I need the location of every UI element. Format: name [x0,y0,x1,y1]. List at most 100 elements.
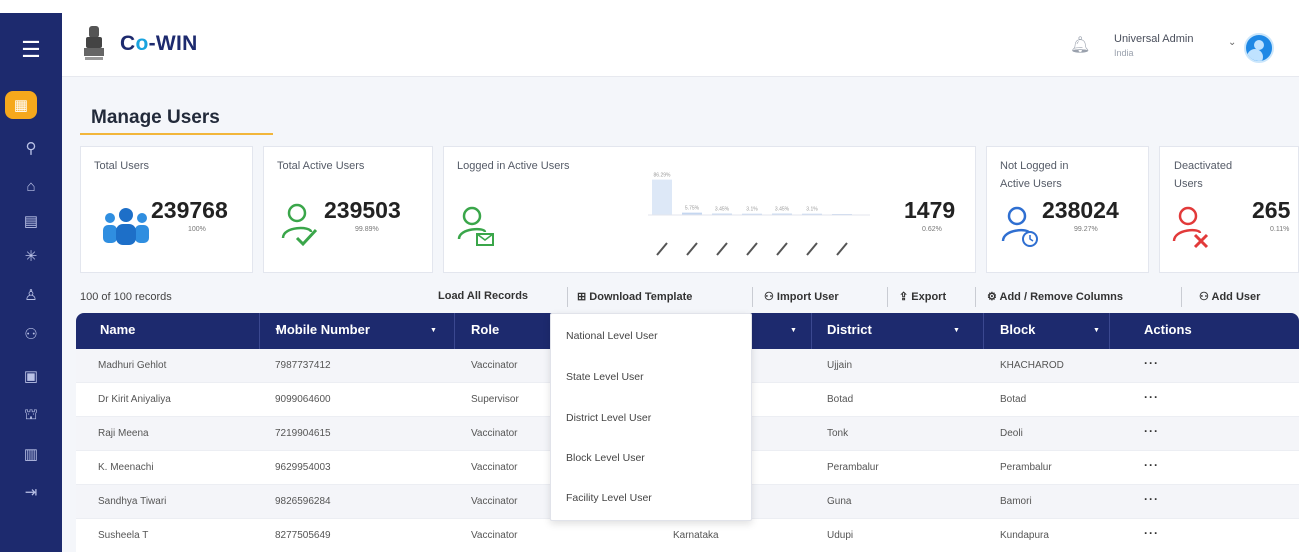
cell-role: Supervisor [471,394,519,405]
bell-icon[interactable]: 🔔︎ [1070,35,1090,55]
stat-percent: 100% [188,226,206,233]
users-group-icon [103,208,149,245]
filter-arrow-icon[interactable]: ▼ [430,327,437,334]
cell-mobile: 9826596284 [275,496,331,507]
card-total-users[interactable]: Total Users 239768 100% [80,146,253,273]
row-actions-menu[interactable]: ··· [1144,458,1159,472]
row-actions-menu[interactable]: ··· [1144,356,1159,370]
logout-icon[interactable]: ⇥ [0,477,62,507]
cell-district: Tonk [827,428,849,439]
chart-tick-label [686,242,698,256]
chart-tick-label [656,242,668,256]
cell-block: Kundapura [1000,530,1049,541]
sidebar-item-facility-icon[interactable]: ▤ [0,206,62,236]
filter-arrow-icon[interactable]: ▼ [1093,327,1100,334]
cell-block: KHACHAROD [1000,360,1064,371]
chart-data-label: 86.29% [654,173,672,179]
cell-role: Vaccinator [471,496,518,507]
card-label: Logged in Active Users [457,160,570,172]
add-remove-columns-button[interactable]: ⚙ Add / Remove Columns [987,290,1123,303]
cell-block: Deoli [1000,428,1023,439]
filter-arrow-icon[interactable]: ▼ [790,327,797,334]
chart-bar [652,179,672,215]
row-actions-menu[interactable]: ··· [1144,526,1159,540]
chart-data-label: 3.45% [715,207,730,213]
row-actions-menu[interactable]: ··· [1144,424,1159,438]
card-not-logged-in-users[interactable]: Not Logged in Active Users 238024 99.27% [986,146,1149,273]
menu-item-block-level-user[interactable]: Block Level User [566,452,645,464]
stat-percent: 99.27% [1074,226,1098,233]
download-template-menu: National Level User State Level User Dis… [550,313,752,521]
sidebar-item-building-icon[interactable]: ⌂ [0,171,62,201]
column-header-mobile[interactable]: Mobile Number [276,322,370,337]
sidebar-item-vaccine-icon[interactable]: ✳ [0,241,62,271]
records-count: 100 of 100 records [80,291,172,303]
column-header-district[interactable]: District [827,322,872,337]
card-deactivated-users[interactable]: Deactivated Users 265 0.11% [1159,146,1299,273]
stat-value: 239503 [324,197,401,223]
cell-role: Vaccinator [471,360,518,371]
app-logo-text[interactable]: Co-WIN [120,32,198,56]
dashboard-icon[interactable]: ▦ [5,91,37,119]
page-title: Manage Users [91,107,220,128]
stat-value: 239768 [151,197,228,223]
cell-district: Botad [827,394,854,405]
cell-mobile: 9099064600 [275,394,331,405]
sidebar: ☰ ▦ ⚲ ⌂ ▤ ✳ ♙ ⚇ ▣ ⛫ ▥ ⇥ [0,13,62,552]
clock-user-icon [1001,206,1038,247]
emblem-logo-icon [84,26,104,60]
chart-data-label: 5.75% [685,206,700,212]
toolbar-divider [1181,287,1182,307]
menu-item-facility-level-user[interactable]: Facility Level User [566,492,652,504]
table-row[interactable]: Susheela T 8277505649 Vaccinator Karnata… [76,519,1299,552]
sidebar-item-search-user-icon[interactable]: ⚲ [0,133,62,163]
row-actions-menu[interactable]: ··· [1144,390,1159,404]
card-total-active-users[interactable]: Total Active Users 239503 99.89% [263,146,433,273]
cell-mobile: 7987737412 [275,360,331,371]
logged-in-user-icon [457,206,494,246]
chart-tick-label [776,242,788,256]
sidebar-item-users-icon[interactable]: ⚇ [0,319,62,349]
user-name[interactable]: Universal Admin [1114,33,1193,45]
toolbar-divider [567,287,568,307]
cell-mobile: 8277505649 [275,530,331,541]
deactivated-user-icon [1172,206,1209,249]
top-header: Co-WIN 🔔︎ Universal Admin India ⌄ [62,13,1299,77]
filter-arrow-icon[interactable]: ▼ [953,327,960,334]
sidebar-item-card-icon[interactable]: ▥ [0,439,62,469]
row-actions-menu[interactable]: ··· [1144,492,1159,506]
cell-mobile: 7219904615 [275,428,331,439]
template-icon: ⊞ [577,291,590,303]
menu-icon[interactable]: ☰ [0,35,62,65]
stat-percent: 0.11% [1270,226,1290,233]
menu-item-state-level-user[interactable]: State Level User [566,371,644,383]
user-location: India [1114,48,1134,58]
sidebar-item-person-icon[interactable]: ♙ [0,280,62,310]
column-header-block[interactable]: Block [1000,322,1035,337]
export-button[interactable]: ⇪ Export [899,290,946,303]
download-template-button[interactable]: ⊞ Download Template [577,290,692,303]
stat-value: 238024 [1042,197,1119,223]
import-user-button[interactable]: ⚇ Import User [764,290,839,303]
chevron-down-icon[interactable]: ⌄ [1228,37,1236,48]
sidebar-item-lock-icon[interactable]: ⛫ [0,400,62,430]
cell-name: K. Meenachi [98,462,154,473]
column-header-name[interactable]: Name [100,322,135,337]
cell-block: Bamori [1000,496,1032,507]
chart-tick-label [716,242,728,256]
chart-tick-label [806,242,818,256]
load-all-records-button[interactable]: Load All Records [438,290,528,302]
card-label: Total Active Users [277,160,365,172]
menu-item-national-level-user[interactable]: National Level User [566,330,658,342]
avatar[interactable] [1244,33,1274,63]
column-header-role[interactable]: Role [471,322,499,337]
sidebar-item-report-icon[interactable]: ▣ [0,361,62,391]
cell-state: Karnataka [673,530,719,541]
cell-block: Perambalur [1000,462,1052,473]
gear-icon: ⚙ [987,291,1000,303]
add-user-button[interactable]: ⚇ Add User [1199,290,1260,303]
cell-role: Vaccinator [471,428,518,439]
menu-item-district-level-user[interactable]: District Level User [566,412,651,424]
card-label: Not Logged in Active Users [1000,160,1069,190]
toolbar-divider [752,287,753,307]
